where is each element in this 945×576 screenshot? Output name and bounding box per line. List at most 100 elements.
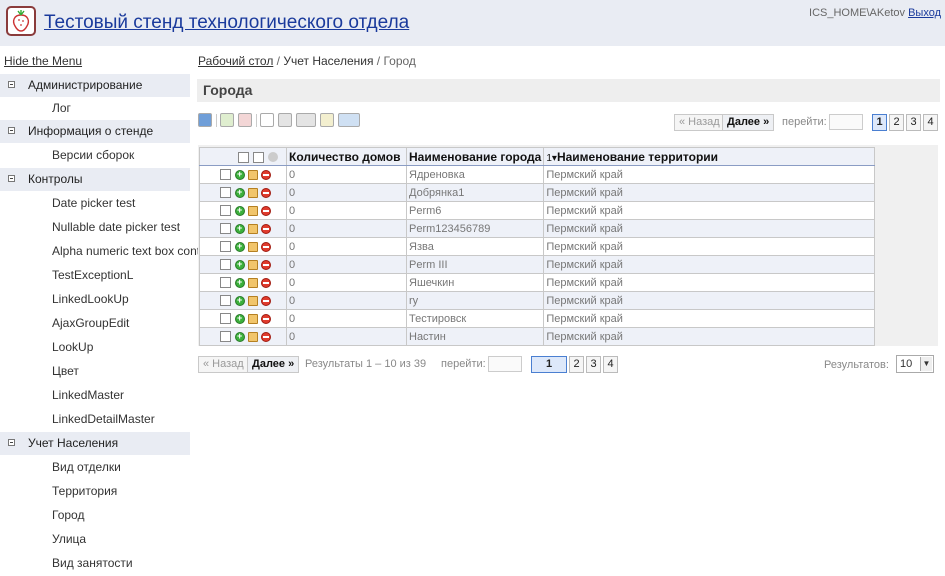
per-page-select[interactable]: 10 ▼ (896, 355, 934, 373)
collapse-icon[interactable] (8, 439, 15, 446)
edit-icon[interactable] (248, 295, 258, 306)
sidebar-group-population[interactable]: Учет Населения (0, 432, 190, 455)
hide-menu-link[interactable]: Hide the Menu (4, 54, 82, 68)
top-next-button[interactable]: Далее » (722, 114, 775, 131)
app-title-link[interactable]: Тестовый стенд технологического отдела (44, 12, 409, 34)
bottom-page-3[interactable]: 3 (586, 356, 601, 373)
table-row[interactable]: 0ЯзваПермский край (199, 237, 876, 256)
row-checkbox[interactable] (220, 259, 231, 271)
sidebar-item-log[interactable]: Лог (0, 97, 190, 120)
collapse-icon[interactable] (8, 127, 15, 134)
delete-icon[interactable] (261, 259, 271, 270)
edit-icon[interactable] (248, 205, 258, 216)
sidebar-item-territory[interactable]: Территория (0, 480, 190, 503)
sidebar-item-test-exception[interactable]: TestExceptionL (0, 264, 190, 287)
top-page-2[interactable]: 2 (889, 114, 904, 131)
row-checkbox[interactable] (220, 187, 231, 199)
sidebar-group-controls[interactable]: Контролы (0, 168, 190, 191)
table-row[interactable]: 0НастинПермский край (199, 327, 876, 346)
sidebar-item-alpha-numeric[interactable]: Alpha numeric text box control (0, 240, 213, 263)
column-header-territory[interactable]: 1▾Наименование территории (543, 147, 876, 166)
sidebar-item-linked-detail-master[interactable]: LinkedDetailMaster (0, 408, 190, 431)
sidebar-item-date-picker-test[interactable]: Date picker test (0, 192, 190, 215)
delete-icon[interactable] (261, 331, 271, 342)
delete-icon[interactable] (261, 223, 271, 234)
edit-icon[interactable] (248, 241, 258, 252)
edit-icon[interactable] (248, 313, 258, 324)
table-row[interactable]: 0Perm123456789Пермский край (199, 219, 876, 238)
bottom-prev-button[interactable]: « Назад (198, 356, 249, 373)
sidebar-item-nullable-date-picker[interactable]: Nullable date picker test (0, 216, 190, 239)
chevron-down-icon[interactable]: ▼ (920, 357, 932, 371)
delete-records-icon[interactable] (238, 113, 252, 127)
sidebar-item-linked-master[interactable]: LinkedMaster (0, 384, 190, 407)
top-goto-input[interactable] (829, 114, 863, 130)
row-checkbox[interactable] (220, 295, 231, 307)
bottom-next-button[interactable]: Далее » (247, 356, 300, 373)
table-row[interactable]: 0ТестировскПермский край (199, 309, 876, 328)
export-icon[interactable] (338, 113, 360, 127)
select-all-checkbox[interactable] (238, 151, 249, 163)
add-icon[interactable] (235, 259, 245, 270)
add-icon[interactable] (235, 169, 245, 180)
table-row[interactable]: 0ryПермский край (199, 291, 876, 310)
collapse-icon[interactable] (8, 81, 15, 88)
column-settings-icon[interactable] (268, 152, 278, 163)
row-checkbox[interactable] (220, 223, 231, 235)
add-icon[interactable] (235, 205, 245, 216)
edit-icon[interactable] (248, 223, 258, 234)
row-checkbox[interactable] (220, 205, 231, 217)
add-icon[interactable] (235, 295, 245, 306)
sidebar-group-stand-info[interactable]: Информация о стенде (0, 120, 190, 143)
delete-icon[interactable] (261, 277, 271, 288)
edit-icon[interactable] (248, 187, 258, 198)
table-row[interactable]: 0ЯшечкинПермский край (199, 273, 876, 292)
add-icon[interactable] (235, 241, 245, 252)
table-row[interactable]: 0ЯдреновкаПермский край (199, 165, 876, 184)
sidebar-item-color[interactable]: Цвет (0, 360, 190, 383)
column-header-houses[interactable]: Количество домов (286, 147, 407, 166)
delete-icon[interactable] (261, 295, 271, 306)
bottom-page-1[interactable]: 1 (531, 356, 567, 373)
table-row[interactable]: 0Добрянка1Пермский край (199, 183, 876, 202)
collapse-icon[interactable] (8, 175, 15, 182)
sidebar-group-administration[interactable]: Администрирование (0, 74, 190, 97)
edit-icon[interactable] (248, 277, 258, 288)
table-row[interactable]: 0Perm IIIПермский край (199, 255, 876, 274)
sidebar-item-city[interactable]: Город (0, 504, 190, 527)
sidebar-item-finish-type[interactable]: Вид отделки (0, 456, 190, 479)
add-icon[interactable] (235, 331, 245, 342)
table-row[interactable]: 0Perm6Пермский край (199, 201, 876, 220)
search-icon[interactable] (260, 113, 274, 127)
edit-icon[interactable] (248, 259, 258, 270)
delete-icon[interactable] (261, 205, 271, 216)
top-page-3[interactable]: 3 (906, 114, 921, 131)
bottom-page-4[interactable]: 4 (603, 356, 618, 373)
delete-icon[interactable] (261, 241, 271, 252)
new-record-icon[interactable] (220, 113, 234, 127)
top-page-1[interactable]: 1 (872, 114, 887, 131)
sidebar-item-employment-type[interactable]: Вид занятости (0, 552, 190, 575)
sidebar-item-linked-lookup[interactable]: LinkedLookUp (0, 288, 190, 311)
logout-link[interactable]: Выход (908, 7, 941, 19)
delete-icon[interactable] (261, 169, 271, 180)
edit-settings-icon[interactable] (320, 113, 334, 127)
refresh-icon[interactable] (198, 113, 212, 127)
sidebar-item-ajax-group-edit[interactable]: AjaxGroupEdit (0, 312, 190, 335)
delete-icon[interactable] (261, 313, 271, 324)
sidebar-item-build-versions[interactable]: Версии сборок (0, 144, 190, 167)
row-checkbox[interactable] (220, 169, 231, 181)
breadcrumb-root-link[interactable]: Рабочий стол (198, 54, 273, 68)
top-page-4[interactable]: 4 (923, 114, 938, 131)
select-page-checkbox[interactable] (253, 151, 264, 163)
column-header-city-name[interactable]: Наименование города (405, 147, 545, 166)
row-checkbox[interactable] (220, 277, 231, 289)
add-icon[interactable] (235, 223, 245, 234)
top-prev-button[interactable]: « Назад (674, 114, 725, 131)
sidebar-item-street[interactable]: Улица (0, 528, 190, 551)
filter-icon[interactable] (278, 113, 292, 127)
filter-settings-icon[interactable] (296, 113, 316, 127)
bottom-page-2[interactable]: 2 (569, 356, 584, 373)
edit-icon[interactable] (248, 331, 258, 342)
add-icon[interactable] (235, 277, 245, 288)
